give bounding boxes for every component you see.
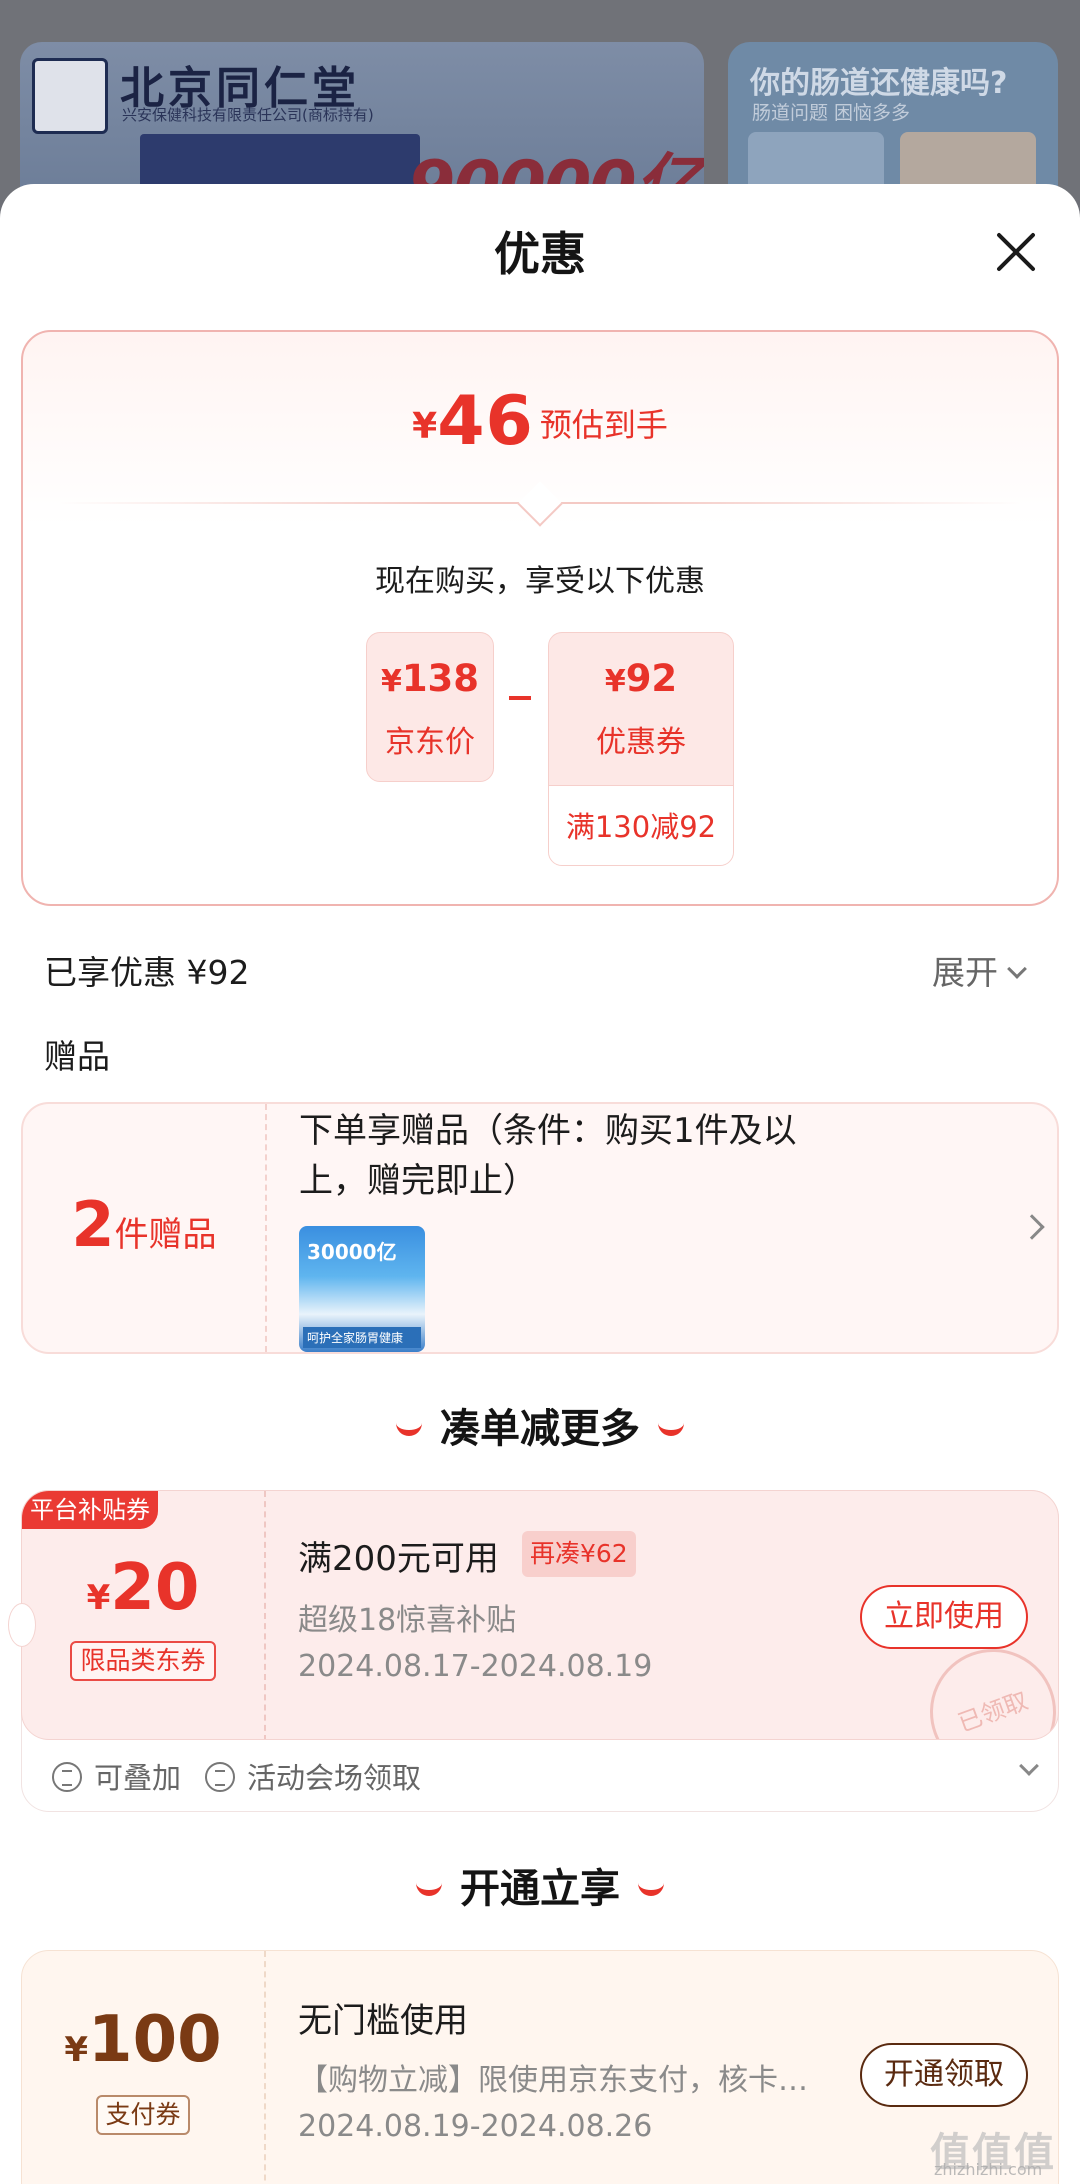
coupon-footer: 可叠加 活动会场领取	[52, 1755, 421, 1797]
jd-price-value: 138	[401, 657, 480, 700]
watermark-url: zhizhizhi.com	[934, 2160, 1043, 2179]
jd-price-box: ¥138 京东价	[366, 632, 494, 782]
jd-price-label: 京东价	[385, 725, 475, 760]
section-title-open-label: 开通立享	[460, 1866, 620, 1912]
smile-icon	[658, 1422, 684, 1436]
discount-sheet: 优惠 ¥46 预估到手 现在购买，享受以下优惠 ¥138 京东价 ¥92 优惠券 …	[0, 184, 1080, 2184]
chevron-down-icon[interactable]	[1019, 1756, 1039, 1776]
estimated-price: ¥46 预估到手	[23, 382, 1057, 461]
platform-coupon-card: 平台补贴券 ¥20 限品类东券 满200元可用 再凑¥62 超级18惊喜补贴 2…	[8, 1490, 1059, 1812]
stack-icon	[52, 1762, 82, 1792]
coupon-condition: 满200元可用	[298, 1539, 499, 1579]
coupon-discount-value: 92	[625, 657, 678, 700]
activate-claim-button[interactable]: 开通领取	[860, 2043, 1028, 2107]
coupon-amount-value: 100	[88, 2003, 222, 2077]
coupon-notch	[8, 1603, 36, 1647]
coupon-discount-box: ¥92 优惠券 满130减92	[548, 632, 734, 866]
coupon-date-range: 2024.08.17-2024.08.19	[298, 1649, 653, 1684]
gift-thumb-title: 30000亿	[307, 1240, 397, 1264]
currency-symbol: ¥	[64, 2030, 89, 2070]
discount-intro: 现在购买，享受以下优惠	[375, 564, 705, 599]
section-title-open: 开通立享	[0, 1856, 1080, 1914]
smile-icon	[396, 1422, 422, 1436]
ticket-icon	[205, 1762, 236, 1792]
section-title-more: 凑单减更多	[0, 1396, 1080, 1454]
gift-count: 2件赠品	[23, 1188, 265, 1261]
coupon-amount: ¥100	[22, 2003, 264, 2077]
currency-symbol: ¥	[380, 664, 402, 699]
smile-icon	[638, 1882, 664, 1896]
expand-label: 展开	[932, 953, 998, 992]
gift-thumb-footer: 呵护全家肠胃健康	[303, 1327, 421, 1348]
coupon-discount-label: 优惠券	[596, 725, 686, 760]
smile-icon	[416, 1882, 442, 1896]
chevron-right-icon	[1019, 1214, 1045, 1240]
dashed-divider	[265, 1104, 267, 1352]
coupon-source-label: 活动会场领取	[247, 1761, 422, 1795]
gift-description: 下单享赠品（条件：购买1件及以上，赠完即止）	[299, 1111, 797, 1201]
coupon-subtitle: 【购物立减】限使用京东支付，核卡…	[298, 2063, 808, 2098]
gift-section-title: 赠品	[44, 1037, 110, 1076]
gift-count-unit: 件赠品	[114, 1215, 217, 1255]
coupon-body: 平台补贴券 ¥20 限品类东券 满200元可用 再凑¥62 超级18惊喜补贴 2…	[21, 1490, 1059, 1740]
gift-product-image[interactable]: 30000亿 呵护全家肠胃健康	[299, 1226, 425, 1352]
coupon-condition: 无门槛使用	[298, 2001, 468, 2041]
estimated-price-value: 46	[437, 382, 534, 461]
coupon-type-badge: 限品类东券	[70, 1641, 216, 1681]
estimated-price-label: 预估到手	[539, 406, 668, 444]
coupon-amount: ¥20	[22, 1551, 264, 1625]
gift-count-number: 2	[71, 1188, 115, 1261]
brand-subtitle: 兴安保健科技有限责任公司(商标持有)	[122, 106, 374, 124]
dashed-divider	[264, 1491, 266, 1739]
currency-symbol: ¥	[412, 406, 438, 447]
brand-logo	[32, 58, 108, 134]
coupon-date-range: 2024.08.19-2024.08.26	[298, 2109, 653, 2144]
currency-symbol: ¥	[604, 664, 626, 699]
coupon-rule: 满130减92	[549, 785, 733, 865]
promo-subtitle: 肠道问题 困恼多多	[752, 102, 911, 124]
background-banner: 北京同仁堂 兴安保健科技有限责任公司(商标持有) 90000亿 你的肠道还健康吗…	[0, 0, 1080, 212]
minus-sign	[509, 696, 531, 700]
coupon-type-badge: 支付券	[96, 2095, 190, 2135]
coupon-amount-value: 20	[110, 1551, 200, 1625]
coupon-tag: 平台补贴券	[22, 1491, 158, 1529]
payment-coupon-card: ¥100 支付券 无门槛使用 【购物立减】限使用京东支付，核卡… 2024.08…	[21, 1950, 1059, 2184]
enjoyed-discount: 已享优惠 ¥92	[44, 953, 250, 992]
coupon-more-needed-badge: 再凑¥62	[522, 1531, 636, 1577]
expand-button[interactable]: 展开	[932, 946, 1027, 994]
dashed-divider	[264, 1951, 266, 2184]
close-icon[interactable]	[988, 224, 1044, 280]
chevron-down-icon	[1007, 959, 1027, 979]
sheet-title: 优惠	[494, 227, 586, 281]
use-now-button[interactable]: 立即使用	[860, 1585, 1028, 1649]
price-summary-card: ¥46 预估到手 现在购买，享受以下优惠 ¥138 京东价 ¥92 优惠券 满13…	[21, 330, 1059, 906]
currency-symbol: ¥	[86, 1578, 111, 1618]
section-title-more-label: 凑单减更多	[440, 1406, 640, 1452]
stackable-label: 可叠加	[94, 1761, 182, 1795]
promo-question: 你的肠道还健康吗?	[750, 66, 1008, 101]
coupon-subtitle: 超级18惊喜补贴	[298, 1603, 517, 1638]
divider-caret-icon	[517, 481, 563, 527]
gift-card[interactable]: 2件赠品 下单享赠品（条件：购买1件及以上，赠完即止） 30000亿 呵护全家肠…	[21, 1102, 1059, 1354]
